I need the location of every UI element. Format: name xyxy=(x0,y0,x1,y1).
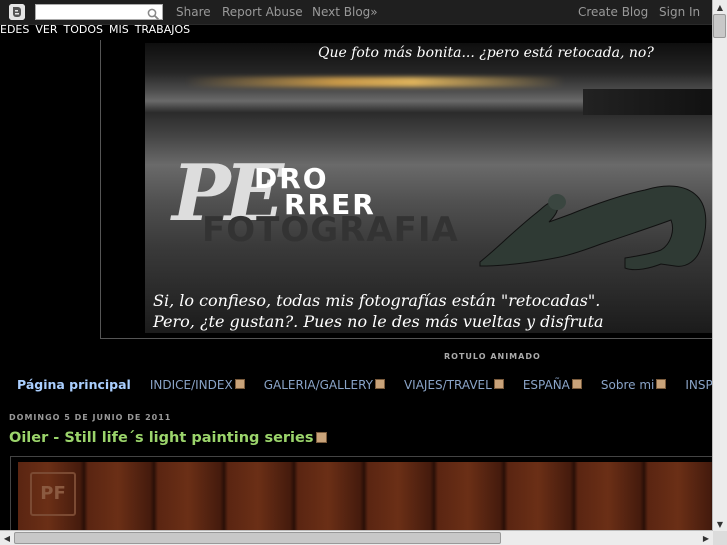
tagline-line-1: Si, lo confieso, todas mis fotografías e… xyxy=(153,291,601,310)
header-tagline-top: Que foto más bonita... ¿pero está retoca… xyxy=(318,45,654,61)
page-link-gallery[interactable]: GALERIA/GALLERY xyxy=(264,378,385,392)
sunset-glow xyxy=(185,77,565,87)
post-title-text: Oiler - Still life´s light painting seri… xyxy=(9,430,314,446)
scroll-down-icon[interactable]: ▼ xyxy=(713,517,727,531)
page-link-label: VIAJES/TRAVEL xyxy=(403,378,492,392)
search-input[interactable] xyxy=(38,6,142,18)
page-link-espana[interactable]: ESPAÑA xyxy=(523,378,582,392)
page-icon xyxy=(234,379,245,389)
page-icon xyxy=(656,379,667,389)
page-link-travel[interactable]: VIAJES/TRAVEL xyxy=(404,378,504,392)
post-date: DOMINGO 5 DE JUNIO DE 2011 xyxy=(9,413,172,422)
create-blog-link[interactable]: Create Blog xyxy=(578,5,648,19)
page-link-label: ESPAÑA xyxy=(522,378,570,392)
report-abuse-link[interactable]: Report Abuse xyxy=(222,5,303,19)
page-link-home[interactable]: Página principal xyxy=(17,377,131,392)
post-title-icon xyxy=(315,432,327,443)
top-menu-item[interactable]: MIS xyxy=(109,23,129,36)
search-icon[interactable] xyxy=(147,6,160,21)
page-icon xyxy=(374,379,385,389)
post-image[interactable]: PF xyxy=(18,462,713,534)
page-link-label: GALERIA/GALLERY xyxy=(263,378,373,392)
share-link[interactable]: Share xyxy=(176,5,211,19)
logo-fotografia: FOTOGRAFIA xyxy=(202,210,459,250)
top-menu-item[interactable]: TODOS xyxy=(63,23,103,36)
top-menu-item[interactable]: EDES xyxy=(0,23,29,36)
page-link-label: Página principal xyxy=(17,377,131,392)
horizontal-scroll-thumb[interactable] xyxy=(14,532,501,544)
top-menu: EDES VER TODOS MIS TRABAJOS xyxy=(0,23,196,39)
header-tagline-bottom: Si, lo confieso, todas mis fotografías e… xyxy=(153,290,604,332)
page-icon xyxy=(493,379,504,389)
statue-figure xyxy=(475,170,715,284)
blogger-logo-icon[interactable] xyxy=(9,4,25,20)
city-skyline xyxy=(583,89,713,115)
page-link-about[interactable]: Sobre mi xyxy=(600,378,667,392)
page-link-label: Sobre mi xyxy=(600,378,655,392)
scroll-left-icon[interactable]: ◀ xyxy=(0,531,14,545)
vertical-scrollbar[interactable]: ▲ ▼ xyxy=(712,0,727,531)
pages-nav: Página principal INDICE/INDEX GALERIA/GALL… xyxy=(17,377,727,392)
page-link-label: INDICE/INDEX xyxy=(149,378,233,392)
horizontal-scrollbar[interactable]: ◀ ▶ xyxy=(0,530,713,545)
page-icon xyxy=(571,379,582,389)
watermark-logo: PF xyxy=(30,472,76,516)
vertical-scroll-thumb[interactable] xyxy=(713,14,726,38)
search-box xyxy=(35,4,163,21)
page-link-index[interactable]: INDICE/INDEX xyxy=(150,378,245,392)
tagline-line-2: Pero, ¿te gustan?. Pues no le des más vu… xyxy=(153,312,604,331)
post-title[interactable]: Oiler - Still life´s light painting seri… xyxy=(9,430,327,446)
scroll-right-icon[interactable]: ▶ xyxy=(699,531,713,545)
scrollbar-corner xyxy=(713,531,727,545)
sign-in-link[interactable]: Sign In xyxy=(659,5,700,19)
blogger-navbar: Share Report Abuse Next Blog» Create Blo… xyxy=(0,0,713,25)
rotulo-label: ROTULO ANIMADO xyxy=(444,352,541,361)
top-menu-item[interactable]: TRABAJOS xyxy=(135,23,190,36)
header-logo: PE DRO RRER FOTOGRAFIA xyxy=(172,148,458,262)
top-menu-item[interactable]: VER xyxy=(35,23,57,36)
scroll-up-icon[interactable]: ▲ xyxy=(713,0,727,14)
next-blog-link[interactable]: Next Blog» xyxy=(312,5,378,19)
